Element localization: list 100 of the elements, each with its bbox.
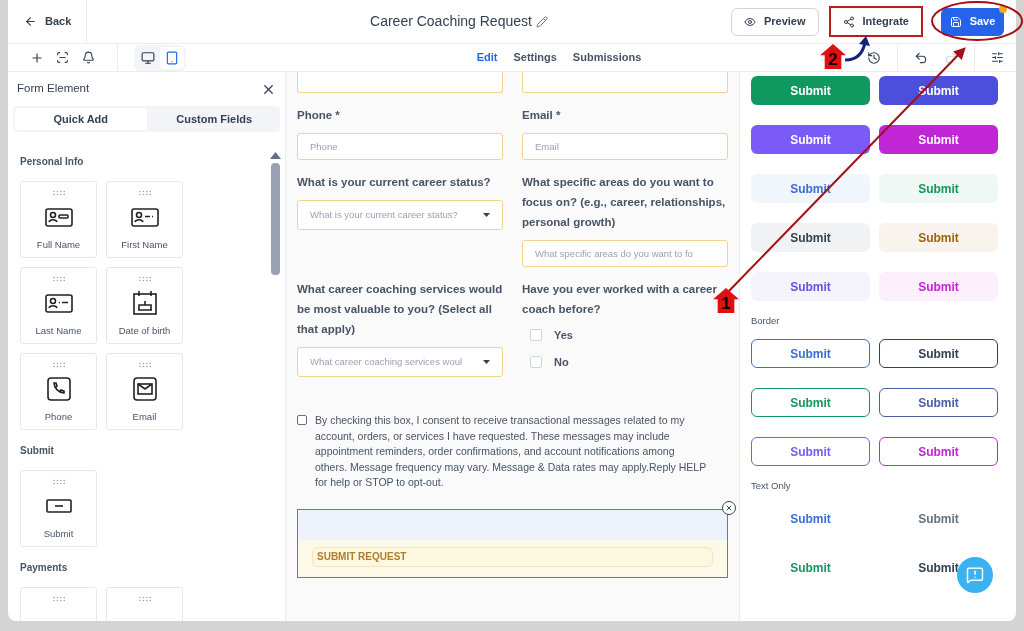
option-label: No xyxy=(554,354,569,370)
checkbox[interactable] xyxy=(530,329,542,342)
field-label: What career coaching services would be most valuable to you? (Select all that apply) xyxy=(297,282,503,337)
submit-request-button[interactable]: SUBMIT REQUEST xyxy=(312,546,713,567)
consent-checkbox[interactable] xyxy=(297,415,307,425)
element-label: First Name xyxy=(121,238,168,252)
submit-style-option[interactable]: Submit xyxy=(751,553,870,583)
placeholder-text: What is your current career status? xyxy=(310,207,458,222)
form-title: Career Coaching Request xyxy=(370,12,532,31)
submit-style-option[interactable]: Submit xyxy=(751,223,870,252)
caret-icon xyxy=(483,213,490,217)
submit-style-option[interactable]: Submit xyxy=(751,388,870,418)
submit-style-option[interactable]: Submit xyxy=(751,125,870,154)
submit-style-option[interactable]: Submit xyxy=(879,339,998,369)
element-label: Date of birth xyxy=(118,324,171,338)
submit-style-option[interactable]: Submit xyxy=(879,223,998,252)
drag-handle-icon[interactable] xyxy=(137,190,152,196)
section-heading: Personal Info xyxy=(20,155,84,169)
section-heading: Border xyxy=(751,314,781,328)
eye-icon xyxy=(743,15,756,28)
submit-style-option[interactable]: Submit xyxy=(751,339,870,369)
field-label: What is your current career status? xyxy=(297,175,492,190)
element-label: Submit xyxy=(43,527,74,541)
feedback-button[interactable] xyxy=(957,557,993,593)
input-field[interactable] xyxy=(522,72,728,93)
history-icon[interactable] xyxy=(867,50,881,65)
curved-arrow xyxy=(843,36,871,64)
settings-icon[interactable] xyxy=(991,51,1004,64)
panel-tab[interactable]: Custom Fields xyxy=(148,106,280,132)
panel-tab[interactable]: Quick Add xyxy=(15,108,147,130)
panel-title: Form Element xyxy=(17,81,90,97)
element-card[interactable]: Full Name xyxy=(20,181,97,258)
element-label: Last Name xyxy=(35,324,82,338)
scrollbar-thumb[interactable] xyxy=(271,163,280,275)
input-field[interactable]: Phone xyxy=(297,133,503,160)
submit-style-option[interactable]: Submit xyxy=(879,437,998,467)
scan-icon[interactable] xyxy=(56,51,70,64)
monitor-icon xyxy=(141,50,155,65)
checkbox[interactable] xyxy=(530,355,542,368)
section-heading: Payments xyxy=(20,561,68,575)
option-label: Yes xyxy=(554,328,573,343)
element-label: Full Name xyxy=(36,238,81,252)
drag-handle-icon[interactable] xyxy=(137,362,152,368)
drag-handle-icon[interactable] xyxy=(51,596,66,602)
submit-style-option[interactable]: Submit xyxy=(879,174,998,203)
back-arrow-icon xyxy=(24,15,37,28)
tablet-icon xyxy=(165,50,179,65)
remove-icon[interactable] xyxy=(722,500,736,515)
drag-handle-icon[interactable] xyxy=(51,276,66,282)
field-label: Phone * xyxy=(297,108,341,123)
consent-text: By checking this box, I consent to receive transactional messages related to my account, orders, or services I have requested. These messages may include appointment reminders, order confirmations, and account notifications among others. Message frequency may vary. Message & Data rates may apply.Reply HELP for help or STOP to opt-out. xyxy=(315,413,707,490)
drag-handle-icon[interactable] xyxy=(51,190,66,196)
element-card[interactable]: Date of birth xyxy=(106,267,183,344)
submit-style-option[interactable]: Submit xyxy=(879,504,998,534)
save-icon xyxy=(949,15,962,28)
drag-handle-icon[interactable] xyxy=(137,596,152,602)
undo-icon[interactable] xyxy=(914,50,928,65)
feedback-icon xyxy=(966,566,984,584)
element-card[interactable]: Phone xyxy=(20,353,97,430)
editor-tab[interactable]: Settings xyxy=(513,49,557,66)
submit-style-option[interactable]: Submit xyxy=(879,272,998,301)
editor-tab[interactable]: Edit xyxy=(476,49,498,66)
dropdown-field[interactable]: What career coaching services woul xyxy=(297,347,503,377)
save-button[interactable]: Save xyxy=(941,7,1004,36)
placeholder-text: What career coaching services woul xyxy=(310,354,463,369)
caret-icon xyxy=(483,360,490,364)
input-field[interactable] xyxy=(297,72,503,93)
element-card[interactable]: Submit xyxy=(20,470,97,547)
edit-icon[interactable] xyxy=(535,15,548,28)
drag-handle-icon[interactable] xyxy=(51,479,66,485)
scroll-up-icon[interactable] xyxy=(270,152,281,159)
drag-handle-icon[interactable] xyxy=(137,276,152,282)
tablet-view-button[interactable] xyxy=(160,46,184,69)
dropdown-field[interactable]: What is your current career status? xyxy=(297,200,503,230)
submit-style-option[interactable]: Submit xyxy=(879,553,998,583)
input-field[interactable]: Email xyxy=(522,133,728,160)
bell-icon[interactable] xyxy=(81,51,95,64)
element-card[interactable]: First Name xyxy=(106,181,183,258)
submit-style-option[interactable]: Submit xyxy=(879,388,998,418)
submit-block[interactable]: SUBMIT REQUEST xyxy=(297,508,728,578)
drag-handle-icon[interactable] xyxy=(51,362,66,368)
field-label: What specific areas do you want to focus on? (e.g., career, relationships, personal growth) xyxy=(522,175,727,230)
submit-style-option[interactable]: Submit xyxy=(751,504,870,534)
element-label: Email xyxy=(132,410,157,424)
submit-style-option[interactable]: Submit xyxy=(751,76,870,105)
submit-style-option[interactable]: Submit xyxy=(751,272,870,301)
submit-style-option[interactable]: Submit xyxy=(751,437,870,467)
integrate-button[interactable]: Integrate xyxy=(830,8,921,35)
field-label: Email * xyxy=(522,108,562,123)
share-icon xyxy=(842,15,855,28)
submit-style-option[interactable]: Submit xyxy=(879,125,998,154)
element-label: Phone xyxy=(44,410,73,424)
editor-tab[interactable]: Submissions xyxy=(572,49,642,66)
input-field[interactable]: What specific areas do you want to fo xyxy=(522,240,728,267)
back-button[interactable]: Back xyxy=(24,13,72,30)
element-card[interactable]: Email xyxy=(106,353,183,430)
add-icon[interactable] xyxy=(30,50,45,65)
element-card[interactable]: Last Name xyxy=(20,267,97,344)
preview-button[interactable]: Preview xyxy=(730,7,819,36)
field-label: Have you ever worked with a career coach before? xyxy=(522,282,718,317)
